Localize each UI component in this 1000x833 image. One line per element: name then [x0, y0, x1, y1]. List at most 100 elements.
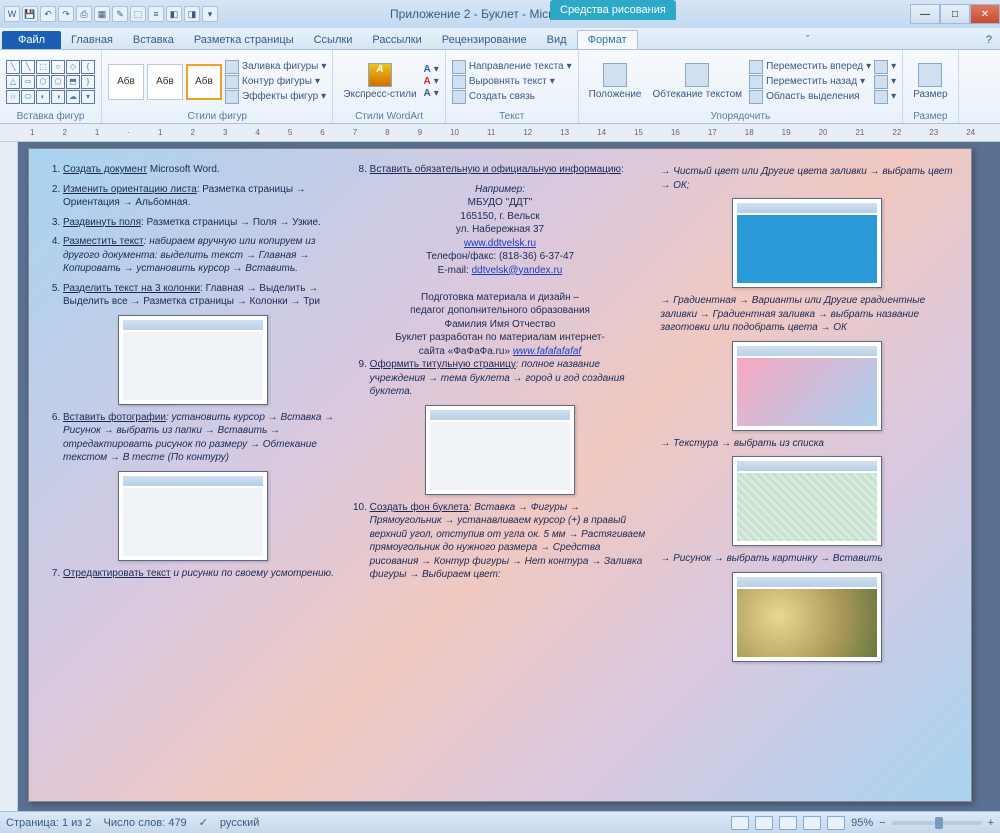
wordart-a-icon: A	[368, 63, 392, 87]
group-label: Стили WordArt	[339, 110, 438, 122]
qat-redo-icon[interactable]: ↷	[58, 6, 74, 22]
wrap-text-button[interactable]: Обтекание текстом	[649, 61, 747, 102]
zoom-out-button[interactable]: −	[879, 817, 885, 829]
send-backward-button[interactable]: Переместить назад ▾	[749, 75, 871, 89]
view-draft-icon[interactable]	[827, 816, 845, 830]
group-label: Вставка фигур	[6, 110, 95, 122]
view-print-layout-icon[interactable]	[731, 816, 749, 830]
shapes-gallery[interactable]: ╲╲⬚○◇{ △⇨⬡⬠⬒} ☆⬭◐◑☁▾	[6, 60, 95, 104]
size-button[interactable]: Размер	[909, 61, 951, 102]
column-3: → Чистый цвет или Другие цвета заливки →…	[660, 163, 953, 787]
tab-references[interactable]: Ссылки	[304, 31, 363, 49]
close-button[interactable]: ✕	[970, 4, 1000, 24]
view-fullscreen-icon[interactable]	[755, 816, 773, 830]
view-outline-icon[interactable]	[803, 816, 821, 830]
bring-forward-button[interactable]: Переместить вперед ▾	[749, 60, 871, 74]
word-count[interactable]: Число слов: 479	[104, 817, 187, 829]
fill-solid-thumb	[732, 198, 882, 288]
selection-pane-button[interactable]: Область выделения	[749, 90, 871, 104]
tab-format[interactable]: Формат	[577, 30, 638, 49]
status-bar: Страница: 1 из 2 Число слов: 479 ✓ русск…	[0, 811, 1000, 833]
document-canvas[interactable]: Создать документ Microsoft Word. Изменит…	[18, 142, 1000, 811]
group-label: Текст	[452, 110, 572, 122]
qat-word-icon[interactable]: W	[4, 6, 20, 22]
qat-icon[interactable]: ◨	[184, 6, 200, 22]
minimize-button[interactable]: —	[910, 4, 940, 24]
qat-undo-icon[interactable]: ↶	[40, 6, 56, 22]
tab-home[interactable]: Главная	[61, 31, 123, 49]
align-text-icon	[452, 75, 466, 89]
align-text-button[interactable]: Выровнять текст ▾	[452, 75, 572, 89]
size-icon	[918, 63, 942, 87]
tab-mailings[interactable]: Рассылки	[362, 31, 431, 49]
qat-icon[interactable]: ▾	[202, 6, 218, 22]
tab-insert[interactable]: Вставка	[123, 31, 184, 49]
fill-gradient-thumb	[732, 341, 882, 431]
tab-page-layout[interactable]: Разметка страницы	[184, 31, 304, 49]
text-direction-icon	[452, 60, 466, 74]
group-insert-shapes: ╲╲⬚○◇{ △⇨⬡⬠⬒} ☆⬭◐◑☁▾ Вставка фигур	[0, 50, 102, 123]
shape-fill-button[interactable]: Заливка фигуры ▾	[225, 60, 326, 74]
link-icon	[452, 90, 466, 104]
qat-print-icon[interactable]: ⎙	[76, 6, 92, 22]
maximize-button[interactable]: □	[940, 4, 970, 24]
quick-access-toolbar: W 💾 ↶ ↷ ⎙ ▦ ✎ ⬚ ≡ ◧ ◨ ▾	[0, 6, 222, 22]
position-icon	[603, 63, 627, 87]
style-preset[interactable]: Абв	[108, 64, 144, 100]
qat-icon[interactable]: ✎	[112, 6, 128, 22]
ribbon-minimize-icon[interactable]: ˇ	[798, 31, 818, 49]
send-backward-icon	[749, 75, 763, 89]
wordart-quick-styles[interactable]: A Экспресс-стили	[339, 61, 420, 102]
file-tab[interactable]: Файл	[2, 31, 61, 49]
shape-effects-button[interactable]: Эффекты фигур ▾	[225, 90, 326, 104]
spellcheck-icon[interactable]: ✓	[199, 816, 208, 829]
zoom-level[interactable]: 95%	[851, 817, 873, 829]
contextual-tab-label: Средства рисования	[550, 0, 676, 20]
style-preset-selected[interactable]: Абв	[186, 64, 222, 100]
language-indicator[interactable]: русский	[220, 817, 259, 829]
column-1: Создать документ Microsoft Word. Изменит…	[47, 163, 340, 787]
word-window: W 💾 ↶ ↷ ⎙ ▦ ✎ ⬚ ≡ ◧ ◨ ▾ Приложение 2 - Б…	[0, 0, 1000, 833]
page-indicator[interactable]: Страница: 1 из 2	[6, 817, 92, 829]
shape-outline-button[interactable]: Контур фигуры ▾	[225, 75, 326, 89]
group-button[interactable]: ▾	[874, 75, 896, 89]
qat-icon[interactable]: ≡	[148, 6, 164, 22]
text-outline-button[interactable]: A ▾	[424, 76, 439, 87]
group-icon	[874, 75, 888, 89]
wrap-icon	[685, 63, 709, 87]
zoom-slider[interactable]	[892, 821, 982, 825]
document-area: Создать документ Microsoft Word. Изменит…	[0, 142, 1000, 811]
align-button[interactable]: ▾	[874, 60, 896, 74]
text-direction-button[interactable]: Направление текста ▾	[452, 60, 572, 74]
group-label: Упорядочить	[585, 110, 897, 122]
text-fill-button[interactable]: A ▾	[424, 64, 439, 75]
position-button[interactable]: Положение	[585, 61, 646, 102]
horizontal-ruler[interactable]: 121·123456789101112131415161718192021222…	[0, 124, 1000, 142]
column-2: Вставить обязательную и официальную инфо…	[354, 163, 647, 787]
help-icon[interactable]: ?	[978, 31, 1000, 49]
create-link-button[interactable]: Создать связь	[452, 90, 572, 104]
selection-pane-icon	[749, 90, 763, 104]
email-link[interactable]: ddtvelsk@yandex.ru	[472, 265, 563, 276]
bring-forward-icon	[749, 60, 763, 74]
qat-icon[interactable]: ◧	[166, 6, 182, 22]
zoom-in-button[interactable]: +	[988, 817, 994, 829]
rotate-button[interactable]: ▾	[874, 90, 896, 104]
text-effects-button[interactable]: A ▾	[424, 88, 439, 99]
website-link[interactable]: www.ddtvelsk.ru	[354, 237, 647, 251]
group-wordart-styles: A Экспресс-стили A ▾ A ▾ A ▾ Стили WordA…	[333, 50, 445, 123]
group-arrange: Положение Обтекание текстом Переместить …	[579, 50, 904, 123]
style-preset[interactable]: Абв	[147, 64, 183, 100]
view-web-icon[interactable]	[779, 816, 797, 830]
vertical-ruler[interactable]	[0, 142, 18, 811]
document-page: Создать документ Microsoft Word. Изменит…	[28, 148, 972, 802]
qat-icon[interactable]: ▦	[94, 6, 110, 22]
align-icon	[874, 60, 888, 74]
tab-view[interactable]: Вид	[537, 31, 577, 49]
qat-save-icon[interactable]: 💾	[22, 6, 38, 22]
group-label: Стили фигур	[108, 110, 326, 122]
ribbon-tabs: Файл Главная Вставка Разметка страницы С…	[0, 28, 1000, 50]
tab-review[interactable]: Рецензирование	[432, 31, 537, 49]
qat-icon[interactable]: ⬚	[130, 6, 146, 22]
group-shape-styles: Абв Абв Абв Заливка фигуры ▾ Контур фигу…	[102, 50, 333, 123]
